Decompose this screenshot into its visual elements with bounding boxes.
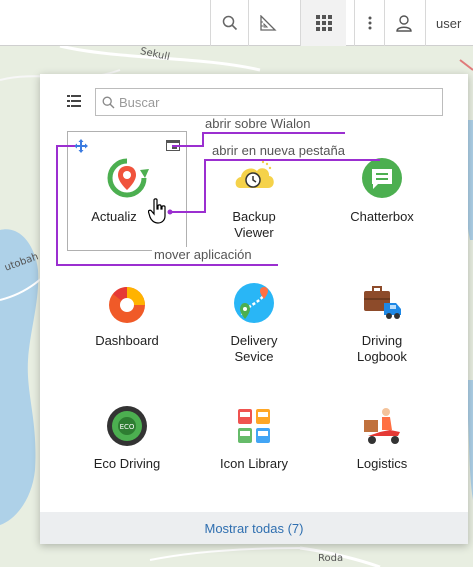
annotation-open-new-tab: abrir en nueva pestaña xyxy=(210,143,347,158)
annotation-lines xyxy=(56,132,380,266)
annotation-move-app: mover aplicación xyxy=(152,247,254,262)
hand-cursor-icon xyxy=(148,198,166,224)
annotation-open-in-wialon: abrir sobre Wialon xyxy=(203,116,313,131)
